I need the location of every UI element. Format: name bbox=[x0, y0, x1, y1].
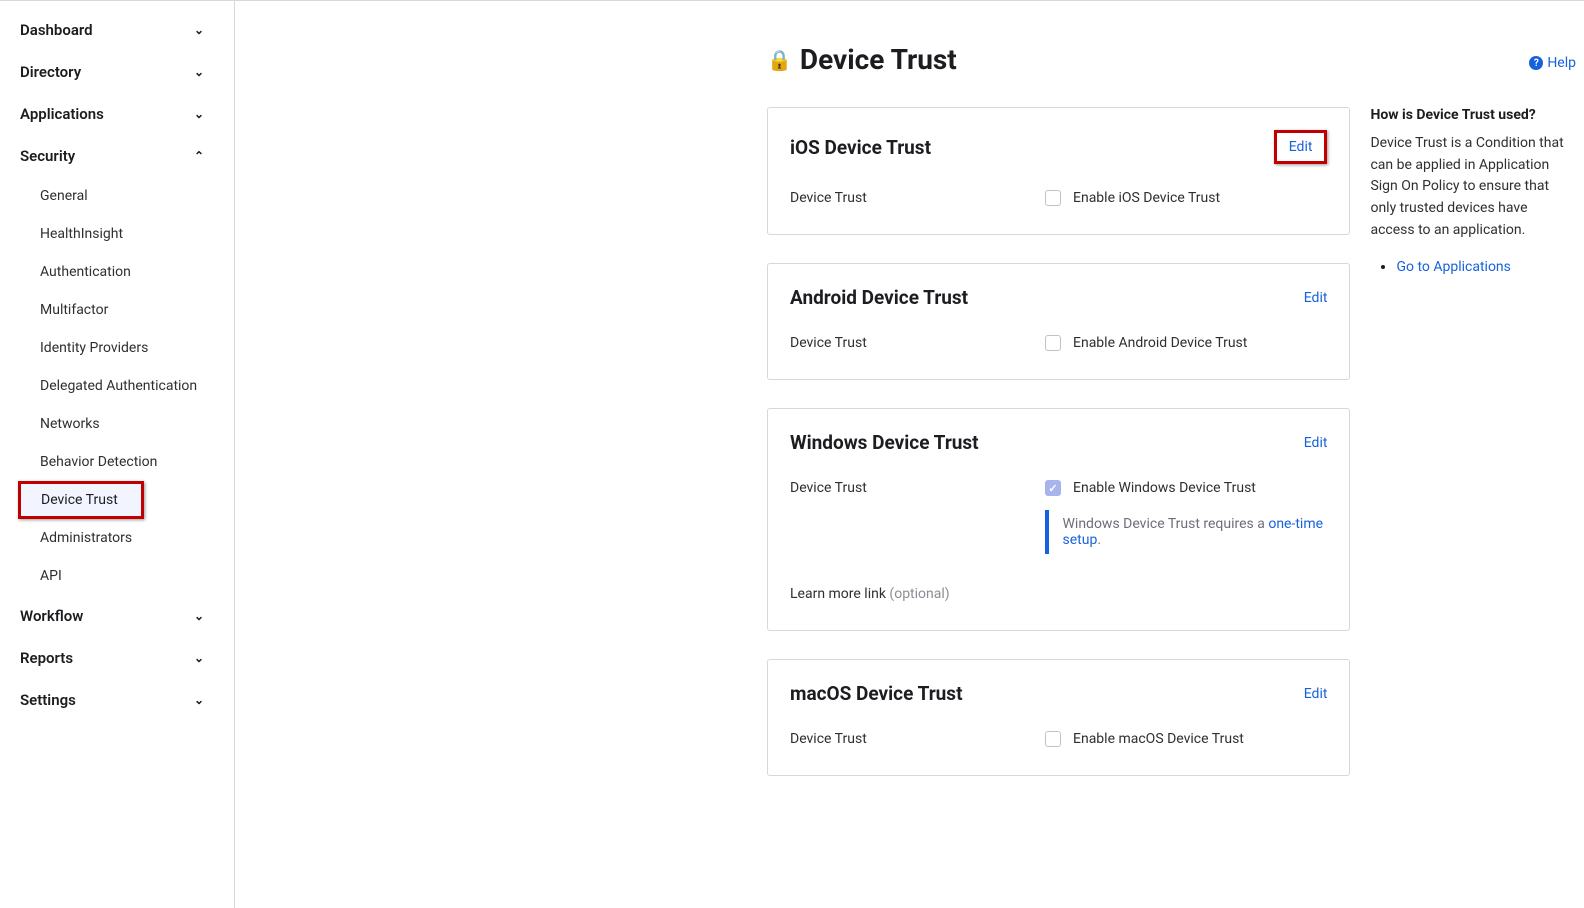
edit-button[interactable]: Edit bbox=[1304, 686, 1328, 702]
sidebar-item-applications[interactable]: Applications ⌄ bbox=[0, 93, 234, 135]
help-body: Device Trust is a Condition that can be … bbox=[1370, 133, 1572, 241]
checkbox-enable-android[interactable] bbox=[1045, 335, 1061, 351]
sidebar-sub-networks[interactable]: Networks bbox=[0, 405, 234, 443]
chevron-up-icon: ⌃ bbox=[194, 149, 204, 163]
help-icon: ? bbox=[1529, 56, 1543, 70]
sidebar-label: Settings bbox=[20, 691, 76, 709]
card-ios: iOS Device Trust Edit Device Trust Enabl… bbox=[767, 107, 1350, 235]
card-android: Android Device Trust Edit Device Trust E… bbox=[767, 263, 1350, 380]
page-title-row: 🔒 Device Trust bbox=[767, 43, 1584, 76]
sidebar-label: Workflow bbox=[20, 607, 83, 625]
cards-column: iOS Device Trust Edit Device Trust Enabl… bbox=[767, 107, 1350, 804]
info-message: Windows Device Trust requires a one-time… bbox=[1063, 510, 1328, 554]
row-label: Device Trust bbox=[790, 335, 1045, 351]
checkbox-enable-windows[interactable]: ✓ bbox=[1045, 480, 1061, 496]
checkbox-label: Enable iOS Device Trust bbox=[1073, 190, 1220, 206]
sidebar: Dashboard ⌄ Directory ⌄ Applications ⌄ S… bbox=[0, 1, 235, 908]
main-content: 🔒 Device Trust ? Help iOS Device Trust E… bbox=[235, 1, 1584, 908]
row-label: Device Trust bbox=[790, 731, 1045, 747]
sidebar-sub-multifactor[interactable]: Multifactor bbox=[0, 291, 234, 329]
sidebar-sub-behavior-detection[interactable]: Behavior Detection bbox=[0, 443, 234, 481]
chevron-down-icon: ⌄ bbox=[194, 651, 204, 665]
sidebar-label: Reports bbox=[20, 649, 73, 667]
checkbox-label: Enable macOS Device Trust bbox=[1073, 731, 1244, 747]
sidebar-label: Applications bbox=[20, 105, 104, 123]
sidebar-sub-api[interactable]: API bbox=[0, 557, 234, 595]
sidebar-item-dashboard[interactable]: Dashboard ⌄ bbox=[0, 9, 234, 51]
lock-icon: 🔒 bbox=[767, 48, 792, 72]
edit-button[interactable]: Edit bbox=[1304, 290, 1328, 306]
card-title: iOS Device Trust bbox=[790, 136, 931, 159]
checkbox-label: Enable Android Device Trust bbox=[1073, 335, 1247, 351]
sidebar-item-workflow[interactable]: Workflow ⌄ bbox=[0, 595, 234, 637]
info-stripe bbox=[1045, 510, 1049, 554]
chevron-down-icon: ⌄ bbox=[194, 23, 204, 37]
sidebar-sub-administrators[interactable]: Administrators bbox=[0, 519, 234, 557]
sidebar-sub-healthinsight[interactable]: HealthInsight bbox=[0, 215, 234, 253]
help-panel: How is Device Trust used? Device Trust i… bbox=[1370, 107, 1584, 804]
go-to-applications-link[interactable]: Go to Applications bbox=[1396, 259, 1510, 275]
row-label: Device Trust bbox=[790, 480, 1045, 496]
edit-button-highlight: Edit bbox=[1274, 130, 1328, 164]
edit-button[interactable]: Edit bbox=[1304, 435, 1328, 451]
edit-button[interactable]: Edit bbox=[1289, 139, 1313, 155]
sidebar-label: Dashboard bbox=[20, 21, 93, 39]
row-label: Device Trust bbox=[790, 190, 1045, 206]
card-title: macOS Device Trust bbox=[790, 682, 963, 705]
card-title: Windows Device Trust bbox=[790, 431, 979, 454]
sidebar-sub-delegated-authentication[interactable]: Delegated Authentication bbox=[0, 367, 234, 405]
help-label: Help bbox=[1547, 55, 1576, 71]
learn-more-row: Learn more link (optional) bbox=[790, 586, 1327, 602]
help-heading: How is Device Trust used? bbox=[1370, 107, 1572, 123]
sidebar-sub-identity-providers[interactable]: Identity Providers bbox=[0, 329, 234, 367]
page-title: Device Trust bbox=[800, 43, 957, 76]
chevron-down-icon: ⌄ bbox=[194, 65, 204, 79]
card-windows: Windows Device Trust Edit Device Trust ✓… bbox=[767, 408, 1350, 631]
chevron-down-icon: ⌄ bbox=[194, 609, 204, 623]
sidebar-item-reports[interactable]: Reports ⌄ bbox=[0, 637, 234, 679]
chevron-down-icon: ⌄ bbox=[194, 107, 204, 121]
card-macos: macOS Device Trust Edit Device Trust Ena… bbox=[767, 659, 1350, 776]
sidebar-sub-authentication[interactable]: Authentication bbox=[0, 253, 234, 291]
sidebar-item-settings[interactable]: Settings ⌄ bbox=[0, 679, 234, 721]
sidebar-label: Security bbox=[20, 147, 75, 165]
help-link[interactable]: ? Help bbox=[1529, 55, 1576, 71]
checkbox-enable-ios[interactable] bbox=[1045, 190, 1061, 206]
sidebar-item-security[interactable]: Security ⌃ bbox=[0, 135, 234, 177]
checkbox-enable-macos[interactable] bbox=[1045, 731, 1061, 747]
sidebar-item-directory[interactable]: Directory ⌄ bbox=[0, 51, 234, 93]
info-bar: Windows Device Trust requires a one-time… bbox=[1045, 510, 1327, 554]
sidebar-sub-device-trust[interactable]: Device Trust bbox=[18, 481, 144, 519]
sidebar-label: Directory bbox=[20, 63, 81, 81]
card-title: Android Device Trust bbox=[790, 286, 968, 309]
sidebar-sub-general[interactable]: General bbox=[0, 177, 234, 215]
chevron-down-icon: ⌄ bbox=[194, 693, 204, 707]
checkbox-label: Enable Windows Device Trust bbox=[1073, 480, 1256, 496]
